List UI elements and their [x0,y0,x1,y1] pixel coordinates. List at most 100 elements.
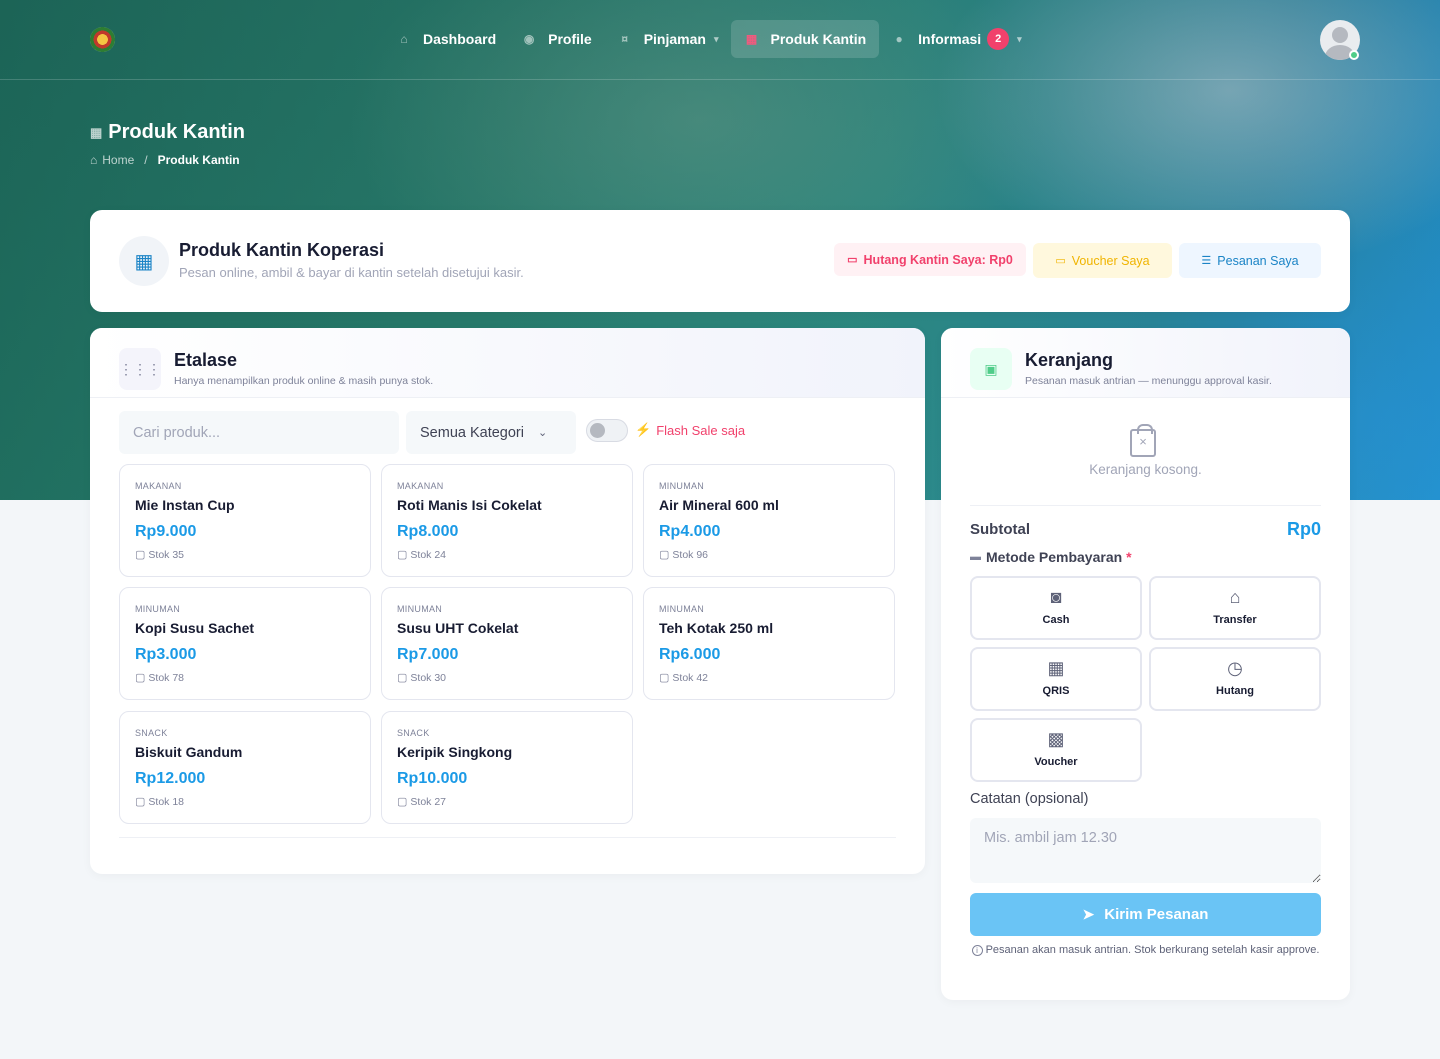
payment-option-label: QRIS [1042,685,1070,697]
breadcrumb-separator: / [144,153,148,167]
payment-option-hutang[interactable]: ◷ Hutang [1149,647,1321,711]
product-price: Rp8.000 [397,523,459,540]
nav-item-informasi[interactable]: ● Informasi 2 ▾ [879,20,1035,58]
etalase-title: Etalase [174,350,238,370]
product-name: Susu UHT Cokelat [397,620,519,636]
info-icon: ● [895,32,903,46]
cart-footnote-text: Pesanan akan masuk antrian. Stok berkura… [985,944,1320,956]
product-category: SNACK [135,728,168,738]
qr-icon: ▦ [1047,658,1065,678]
product-stock-text: Stok 24 [410,548,447,561]
nav-label: Pinjaman [643,31,706,47]
bank-icon: ⌂ [1229,587,1241,607]
debt-label: Hutang Kantin Saya: Rp0 [863,252,1013,267]
voucher-button[interactable]: ▭ Voucher Saya [1033,243,1172,278]
product-card[interactable]: MAKANAN Mie Instan Cup Rp9.000 ▢ Stok 35 [119,464,371,577]
debt-button[interactable]: ▭ Hutang Kantin Saya: Rp0 [834,243,1026,276]
home-icon: ⌂ [400,32,408,46]
box-icon: ▢ [659,549,670,561]
product-price: Rp12.000 [135,770,206,787]
top-navbar: ⌂ Dashboard ◉ Profile ¤ Pinjaman ▾ ▦ Pro… [0,0,1440,80]
avatar-head [1332,27,1348,43]
online-status-dot [1349,50,1359,60]
empty-bag-icon: × [1130,424,1156,457]
product-category: MAKANAN [135,481,182,491]
cart-footnote: i Pesanan akan masuk antrian. Stok berkur… [970,942,1321,958]
card-icon: ▬ [970,551,981,563]
lightning-icon: ⚡ [635,422,652,437]
orders-label: Pesanan Saya [1217,253,1299,268]
submit-order-button[interactable]: ➤ Kirim Pesanan [970,893,1321,936]
cart-empty-text: Keranjang kosong. [1089,462,1202,477]
store-icon: ▦ [745,32,758,46]
cart-title: Keranjang [1025,350,1114,370]
cart-subtitle: Pesanan masuk antrian — menunggu approva… [1025,375,1272,387]
box-icon: ▢ [397,672,408,684]
etalase-divider [119,837,896,838]
grid-icon: ⋮⋮⋮ [119,348,161,390]
product-price: Rp6.000 [659,646,721,663]
home-icon: ⌂ [90,153,98,167]
payment-option-transfer[interactable]: ⌂ Transfer [1149,576,1321,640]
info-icon: i [971,945,983,956]
payment-option-voucher[interactable]: ▩ Voucher [970,718,1142,782]
chevron-down-icon: ▾ [713,33,719,44]
store-icon: ▦ [90,124,103,140]
nav-item-pinjaman[interactable]: ¤ Pinjaman ▾ [605,20,732,58]
product-card[interactable]: MINUMAN Teh Kotak 250 ml Rp6.000 ▢ Stok 4… [643,587,895,700]
product-price: Rp4.000 [659,523,721,540]
nav-item-produk-kantin[interactable]: ▦ Produk Kantin [731,20,880,58]
page-title-text: Produk Kantin [108,121,245,143]
ticket-icon: ▩ [1047,729,1065,749]
product-stock-text: Stok 96 [672,548,709,561]
payment-option-label: Hutang [1216,685,1254,697]
nav-label: Informasi [918,31,982,47]
notes-field[interactable] [970,818,1321,883]
payment-option-label: Cash [1042,614,1070,626]
cart-header: ▣ Keranjang Pesanan masuk antrian — menu… [941,328,1350,398]
product-card[interactable]: SNACK Keripik Singkong Rp10.000 ▢ Stok 27 [381,711,633,824]
product-category: MINUMAN [659,604,705,614]
product-card[interactable]: MINUMAN Kopi Susu Sachet Rp3.000 ▢ Stok 7… [119,587,371,700]
nav-item-profile[interactable]: ◉ Profile [509,20,605,58]
header-card-title: Produk Kantin Koperasi [179,240,385,260]
product-category: SNACK [397,728,430,738]
product-price: Rp10.000 [397,770,468,787]
breadcrumb-home[interactable]: Home [102,153,134,167]
product-price: Rp3.000 [135,646,197,663]
user-icon: ◉ [523,32,535,46]
product-name: Keripik Singkong [397,744,513,760]
product-card[interactable]: MINUMAN Susu UHT Cokelat Rp7.000 ▢ Stok 3… [381,587,633,700]
chevron-down-icon: ▾ [1017,33,1022,44]
box-icon: ▢ [135,549,146,561]
etalase-subtitle: Hanya menampilkan produk online & masih … [174,375,434,387]
product-name: Roti Manis Isi Cokelat [397,497,542,513]
product-card[interactable]: MAKANAN Roti Manis Isi Cokelat Rp8.000 ▢… [381,464,633,577]
nav-item-dashboard[interactable]: ⌂ Dashboard [384,20,509,58]
product-stock: ▢ Stok 96 [659,548,709,562]
app-logo[interactable] [90,27,115,52]
payment-option-cash[interactable]: ◙ Cash [970,576,1142,640]
receipt-icon: ☰ [1201,255,1212,267]
product-card[interactable]: SNACK Biskuit Gandum Rp12.000 ▢ Stok 18 [119,711,371,824]
category-select[interactable]: Semua Kategori ⌄ [406,411,576,454]
payment-method-text: Metode Pembayaran [986,549,1123,565]
wallet-icon: ▭ [847,254,858,266]
subtotal-label: Subtotal [970,521,1030,538]
header-card-subtitle: Pesan online, ambil & bayar di kantin se… [179,265,524,280]
payment-option-qris[interactable]: ▦ QRIS [970,647,1142,711]
chevron-down-icon: ⌄ [537,427,548,439]
flash-sale-toggle[interactable] [586,419,628,442]
orders-button[interactable]: ☰ Pesanan Saya [1179,243,1321,278]
product-stock-text: Stok 78 [148,671,185,684]
box-icon: ▢ [135,672,146,684]
box-icon: ▢ [659,672,670,684]
main-nav: ⌂ Dashboard ◉ Profile ¤ Pinjaman ▾ ▦ Pro… [384,20,1035,58]
submit-order-label: Kirim Pesanan [1104,906,1209,923]
payment-method-label: ▬ Metode Pembayaran * [970,549,1132,565]
product-card[interactable]: MINUMAN Air Mineral 600 ml Rp4.000 ▢ Stok… [643,464,895,577]
breadcrumb-current: Produk Kantin [157,153,240,167]
money-icon: ¤ [621,32,629,46]
nav-label: Produk Kantin [770,31,867,47]
search-input[interactable] [119,411,399,454]
